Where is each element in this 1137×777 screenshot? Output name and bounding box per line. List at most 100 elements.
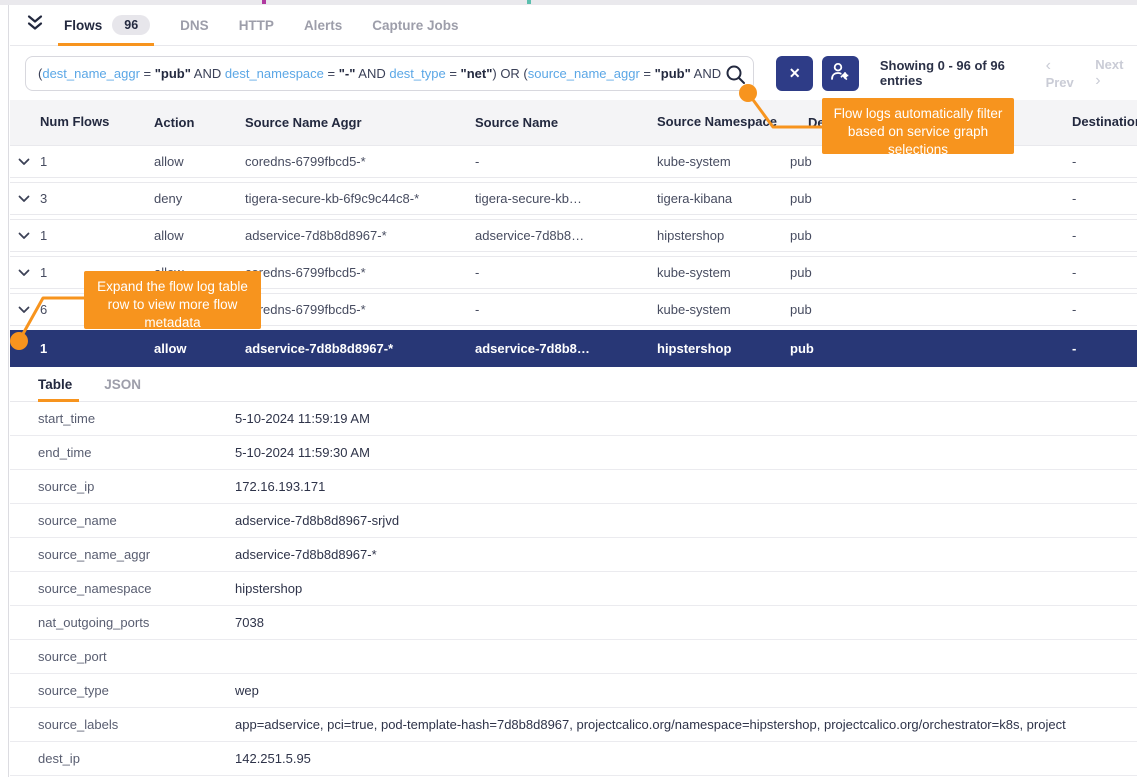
cell-source-name-aggr: tigera-secure-kb-6f9c9c44c8-* [245, 191, 475, 206]
tab-flows[interactable]: Flows 96 [64, 5, 150, 46]
cell-dest-name-aggr: pub [790, 341, 1072, 356]
tab-table-label: Table [38, 377, 72, 392]
cell-source-name: tigera-secure-kb… [475, 191, 657, 206]
tab-alerts-label: Alerts [304, 18, 342, 33]
next-label: Next [1095, 57, 1123, 72]
cell-destination-name: - [1072, 302, 1137, 317]
detail-row: source_namespacehipstershop [10, 572, 1137, 606]
filter-query: (dest_name_aggr = "pub" AND dest_namespa… [38, 66, 721, 81]
collapse-panel-button[interactable] [18, 14, 52, 36]
cell-dest-name-aggr: pub [790, 302, 1072, 317]
chevron-down-icon [18, 269, 30, 277]
chevron-down-icon [18, 195, 30, 203]
tab-json-label: JSON [104, 377, 141, 392]
table-row[interactable]: 3 deny tigera-secure-kb-6f9c9c44c8-* tig… [10, 182, 1137, 215]
cell-dest-name-aggr: pub [790, 191, 1072, 206]
tab-flows-label: Flows [64, 18, 102, 33]
table-row-selected[interactable]: 1 allow adservice-7d8b8d8967-* adservice… [10, 330, 1137, 367]
showing-entries-text: Showing 0 - 96 of 96 entries [880, 58, 1046, 88]
detail-value: app=adservice, pci=true, pod-template-ha… [235, 717, 1137, 732]
cell-source-name-aggr: coredns-6799fbcd5-* [245, 265, 475, 280]
tab-table[interactable]: Table [38, 367, 72, 402]
prev-label: Prev [1046, 75, 1074, 90]
tab-alerts[interactable]: Alerts [304, 5, 342, 46]
cell-destination-name: - [1072, 191, 1137, 206]
detail-row: source_labelsapp=adservice, pci=true, po… [10, 708, 1137, 742]
detail-value: hipstershop [235, 581, 1137, 596]
row-expander-button[interactable] [18, 158, 40, 166]
detail-row: source_typewep [10, 674, 1137, 708]
col-num-flows: Num Flows [40, 114, 154, 131]
row-expander-button[interactable] [18, 195, 40, 203]
search-icon[interactable] [724, 63, 747, 89]
detail-key: start_time [38, 411, 235, 426]
chevron-right-icon: › [1095, 72, 1100, 89]
col-action: Action [154, 115, 245, 130]
cell-source-name-aggr: coredns-6799fbcd5-* [245, 302, 475, 317]
tab-dns[interactable]: DNS [180, 5, 209, 46]
detail-value: 7038 [235, 615, 1137, 630]
cell-num-flows: 1 [40, 228, 154, 243]
detail-row: source_port [10, 640, 1137, 674]
chevron-left-icon: ‹ [1046, 57, 1051, 74]
detail-key: source_name_aggr [38, 547, 235, 562]
detail-key: source_ip [38, 479, 235, 494]
table-row[interactable]: 1 allow adservice-7d8b8d8967-* adservice… [10, 219, 1137, 252]
detail-key: end_time [38, 445, 235, 460]
detail-key: dest_ip [38, 751, 235, 766]
tab-capture-jobs[interactable]: Capture Jobs [372, 5, 458, 46]
cell-num-flows: 1 [40, 154, 154, 169]
log-type-tabbar: Flows 96 DNS HTTP Alerts Capture Jobs [10, 5, 1137, 46]
prev-page-button[interactable]: ‹ Prev [1046, 57, 1082, 90]
cell-source-namespace: hipstershop [657, 228, 790, 243]
close-icon: ✕ [789, 65, 801, 82]
detail-tabbar: Table JSON [10, 367, 1137, 402]
cell-source-namespace: kube-system [657, 154, 790, 169]
detail-key: source_labels [38, 717, 235, 732]
cell-source-name-aggr: coredns-6799fbcd5-* [245, 154, 475, 169]
chevron-down-icon [18, 158, 30, 166]
row-expander-button[interactable] [18, 269, 40, 277]
detail-row: source_nameadservice-7d8b8d8967-srjvd [10, 504, 1137, 538]
flows-count-badge: 96 [112, 15, 150, 35]
detail-row: source_ip172.16.193.171 [10, 470, 1137, 504]
panel-left-border [8, 5, 9, 777]
detail-value: 5-10-2024 11:59:19 AM [235, 411, 1137, 426]
cell-source-namespace: hipstershop [657, 341, 790, 356]
cell-action: deny [154, 191, 245, 206]
detail-row: dest_ip142.251.5.95 [10, 742, 1137, 776]
detail-value: adservice-7d8b8d8967-srjvd [235, 513, 1137, 528]
chevron-down-icon [18, 232, 30, 240]
cell-source-name: adservice-7d8b8… [475, 228, 657, 243]
detail-value: wep [235, 683, 1137, 698]
top-strip-speck [262, 0, 266, 4]
top-strip-speck [527, 0, 531, 4]
cell-num-flows: 1 [40, 341, 154, 356]
next-page-button[interactable]: Next › [1095, 57, 1131, 90]
filter-query-input[interactable]: (dest_name_aggr = "pub" AND dest_namespa… [25, 56, 754, 91]
row-expander-button[interactable] [18, 232, 40, 240]
tab-http[interactable]: HTTP [239, 5, 274, 46]
user-settings-button[interactable] [822, 56, 859, 91]
col-destination-name: Destination Name [1072, 114, 1137, 131]
cell-dest-name-aggr: pub [790, 265, 1072, 280]
active-detail-tab-underline [38, 399, 79, 402]
tab-json[interactable]: JSON [104, 367, 141, 402]
detail-row: end_time5-10-2024 11:59:30 AM [10, 436, 1137, 470]
double-chevron-down-icon [25, 14, 45, 36]
cell-destination-name: - [1072, 341, 1137, 356]
tab-dns-label: DNS [180, 18, 209, 33]
tab-capture-jobs-label: Capture Jobs [372, 18, 458, 33]
callout-expand-tip: Expand the flow log table row to view mo… [84, 271, 261, 329]
cell-dest-name-aggr: pub [790, 228, 1072, 243]
row-expander-button[interactable] [18, 306, 40, 314]
tab-http-label: HTTP [239, 18, 274, 33]
detail-key: nat_outgoing_ports [38, 615, 235, 630]
cell-source-name: - [475, 302, 657, 317]
cell-source-name-aggr: adservice-7d8b8d8967-* [245, 228, 475, 243]
detail-value: 142.251.5.95 [235, 751, 1137, 766]
cell-action: allow [154, 228, 245, 243]
cell-source-namespace: tigera-kibana [657, 191, 790, 206]
clear-filter-button[interactable]: ✕ [776, 56, 813, 91]
detail-key: source_type [38, 683, 235, 698]
